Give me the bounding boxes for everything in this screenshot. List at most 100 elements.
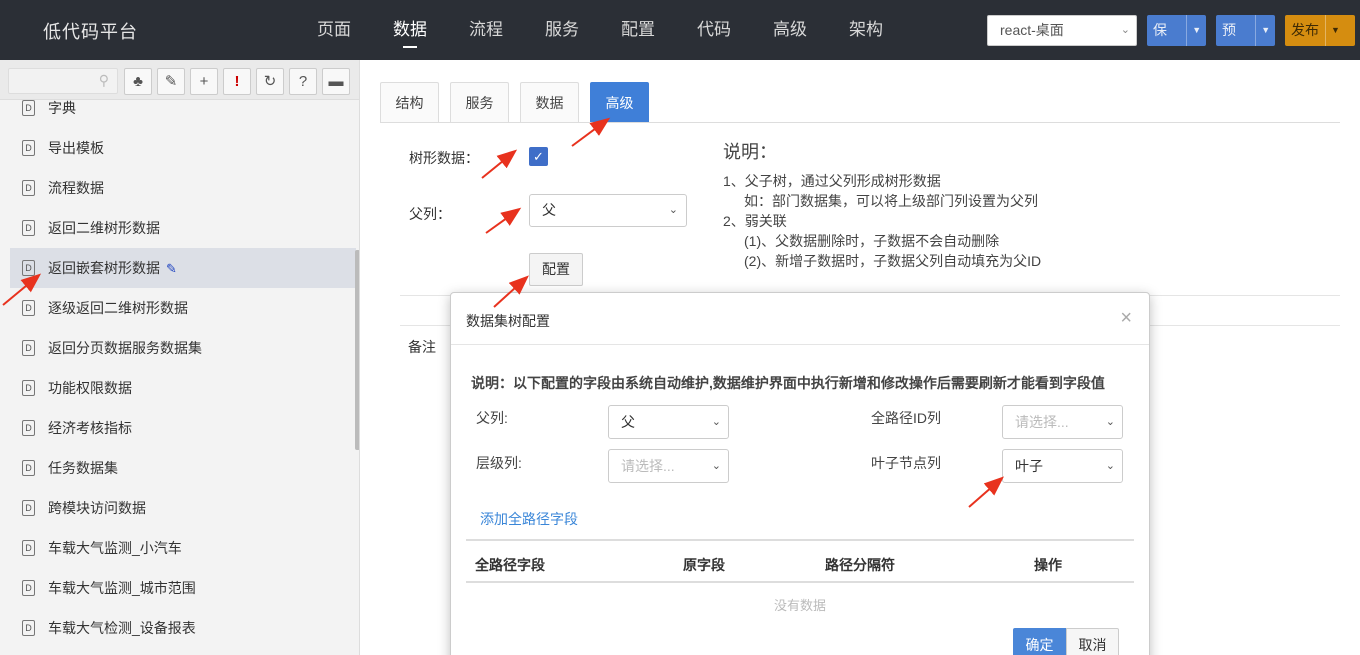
document-icon: D: [22, 620, 35, 636]
list-item-label: 流程数据: [48, 180, 104, 196]
list-item[interactable]: D 流程数据: [10, 168, 356, 208]
add-full-path-field-link[interactable]: 添加全路径字段: [480, 509, 578, 529]
tab-structure[interactable]: 结构: [380, 82, 439, 123]
list-item[interactable]: D 导出模板: [10, 128, 356, 168]
leaf-column-value: 叶子: [1015, 458, 1043, 474]
confirm-button[interactable]: 确定: [1013, 628, 1066, 655]
document-icon: D: [22, 260, 35, 276]
chevron-down-icon: ⌄: [1120, 24, 1130, 36]
remark-label: 备注: [408, 339, 436, 355]
leaf-column-label: 叶子节点列: [871, 455, 941, 471]
list-item-label: 返回嵌套树形数据: [48, 260, 160, 276]
list-item-label: 导出模板: [48, 140, 104, 156]
caret-down-icon[interactable]: ▼: [1186, 15, 1206, 46]
nav-item-architecture[interactable]: 架构: [828, 0, 904, 60]
chevron-down-icon: ⌄: [668, 204, 678, 216]
list-item[interactable]: D 逐级返回二维树形数据: [10, 288, 356, 328]
document-icon: D: [22, 340, 35, 356]
nav-item-pages[interactable]: 页面: [296, 0, 372, 60]
config-button[interactable]: 配置: [529, 253, 583, 286]
description-line: 1、父子树，通过父列形成树形数据: [723, 173, 941, 189]
nav-item-service[interactable]: 服务: [524, 0, 600, 60]
list-item[interactable]: D 车载大气检测_设备报表: [10, 608, 356, 648]
caret-down-icon[interactable]: ▼: [1325, 15, 1345, 46]
chevron-down-icon: ⌄: [1105, 460, 1115, 472]
parent-column-value: 父: [542, 202, 556, 218]
nav-item-flow[interactable]: 流程: [448, 0, 524, 60]
list-item-label: 车载大气监测_城市范围: [48, 580, 196, 596]
full-path-id-placeholder: 请选择...: [1015, 414, 1069, 430]
list-item[interactable]: D 任务数据集: [10, 448, 356, 488]
nav-item-config[interactable]: 配置: [600, 0, 676, 60]
document-icon: D: [22, 220, 35, 236]
full-path-id-label: 全路径ID列: [871, 410, 941, 426]
nav-item-code[interactable]: 代码: [676, 0, 752, 60]
tab-bar: 结构 服务 数据 高级: [380, 82, 660, 123]
document-icon: D: [22, 100, 35, 116]
document-icon: D: [22, 180, 35, 196]
document-icon: D: [22, 300, 35, 316]
caret-down-icon[interactable]: ▼: [1255, 15, 1275, 46]
nav-item-advanced[interactable]: 高级: [752, 0, 828, 60]
top-nav: 页面 数据 流程 服务 配置 代码 高级 架构: [296, 0, 904, 60]
environment-select[interactable]: react-桌面 ⌄: [987, 15, 1137, 46]
list-item-label: 车载大气检测_设备报表: [48, 620, 196, 636]
publish-button-label: 发布: [1291, 22, 1319, 38]
leaf-column-select[interactable]: 叶子 ⌄: [1002, 449, 1123, 483]
sidebar-scrollbar[interactable]: [355, 250, 359, 450]
parent-column-select[interactable]: 父 ⌄: [529, 194, 687, 227]
tab-service[interactable]: 服务: [450, 82, 509, 123]
save-button-label: 保存: [1153, 22, 1167, 38]
dialog-title: 数据集树配置: [466, 313, 550, 329]
sidebar: ⚲ ♣ ✎ + ! ↻ ? ▬ D 字典 D 导出模板 D 流程数据 D 返回二维树形数…: [0, 60, 360, 655]
list-item[interactable]: D 功能权限数据: [10, 368, 356, 408]
top-bar: 低代码平台 页面 数据 流程 服务 配置 代码 高级 架构 react-桌面 ⌄…: [0, 0, 1360, 60]
list-item-label: 跨模块访问数据: [48, 500, 146, 516]
parent-column-value: 父: [621, 414, 635, 430]
environment-select-value: react-桌面: [1000, 22, 1064, 38]
document-icon: D: [22, 460, 35, 476]
save-button[interactable]: 保存 ▼: [1147, 15, 1206, 46]
tab-advanced[interactable]: 高级: [590, 82, 649, 123]
description-line: (2)、新增子数据时，子数据父列自动填充为父ID: [744, 253, 1042, 269]
list-item-label: 逐级返回二维树形数据: [48, 300, 188, 316]
list-item-label: 返回二维树形数据: [48, 220, 160, 236]
description-line: 2、弱关联: [723, 213, 787, 229]
table-header: 全路径字段 原字段 路径分隔符 操作: [466, 541, 1134, 583]
full-path-id-select[interactable]: 请选择... ⌄: [1002, 405, 1123, 439]
search-icon: ⚲: [98, 72, 109, 88]
list-item[interactable]: D 车载大气监测_城市范围: [10, 568, 356, 608]
cancel-button[interactable]: 取消: [1066, 628, 1119, 655]
app-title: 低代码平台: [43, 22, 138, 42]
description-line: 如：部门数据集，可以将上级部门列设置为父列: [744, 193, 1038, 209]
document-icon: D: [22, 140, 35, 156]
list-item-label: 返回分页数据服务数据集: [48, 340, 202, 356]
tree-config-dialog: 数据集树配置 × 说明：以下配置的字段由系统自动维护,数据维护界面中执行新增和修…: [450, 292, 1150, 655]
document-icon: D: [22, 500, 35, 516]
pencil-icon[interactable]: ✎: [166, 261, 177, 276]
description-line: (1)、父数据删除时，子数据不会自动删除: [744, 233, 1000, 249]
nav-item-data[interactable]: 数据: [372, 0, 448, 60]
preview-button[interactable]: 预览 ▼: [1216, 15, 1275, 46]
list-item[interactable]: D 车载大气监测_小汽车: [10, 528, 356, 568]
list-item-label: 任务数据集: [48, 460, 118, 476]
publish-button[interactable]: 发布 ▼: [1285, 15, 1355, 46]
list-item[interactable]: D 字典: [10, 88, 356, 128]
close-icon[interactable]: ×: [1120, 307, 1132, 330]
column-header: 路径分隔符: [825, 557, 895, 573]
dialog-header: 数据集树配置 ×: [451, 293, 1149, 345]
list-item[interactable]: D 返回二维树形数据: [10, 208, 356, 248]
chevron-down-icon: ⌄: [711, 416, 721, 428]
column-header: 原字段: [683, 557, 725, 573]
list-item[interactable]: D 跨模块访问数据: [10, 488, 356, 528]
list-item[interactable]: D 返回分页数据服务数据集: [10, 328, 356, 368]
list-item-selected[interactable]: D 返回嵌套树形数据 ✎: [10, 248, 356, 288]
tab-data[interactable]: 数据: [520, 82, 579, 123]
list-item[interactable]: D 经济考核指标: [10, 408, 356, 448]
dialog-note: 说明：以下配置的字段由系统自动维护,数据维护界面中执行新增和修改操作后需要刷新才…: [471, 375, 1105, 391]
level-column-placeholder: 请选择...: [621, 458, 675, 474]
tree-data-checkbox[interactable]: ✓: [529, 147, 548, 166]
parent-column-select[interactable]: 父 ⌄: [608, 405, 729, 439]
table-empty-text: 没有数据: [773, 598, 826, 613]
level-column-select[interactable]: 请选择... ⌄: [608, 449, 729, 483]
